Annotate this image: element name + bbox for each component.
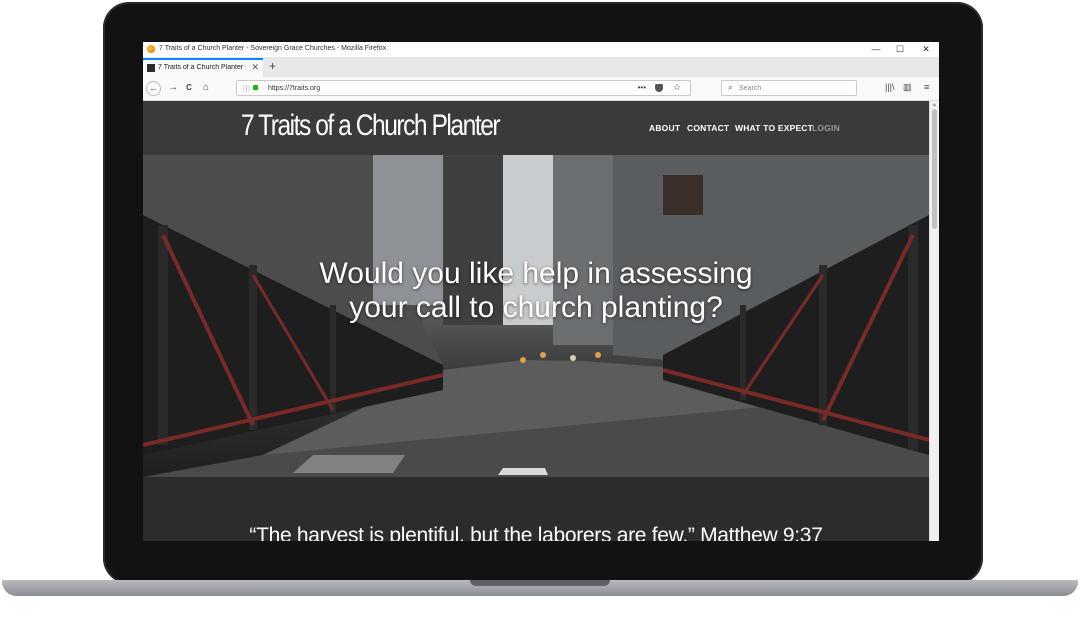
hero-banner: Would you like help in assessing your ca… [143,155,929,477]
firefox-icon [147,45,155,53]
close-window-button[interactable]: ✕ [915,43,937,55]
site-header: 7 Traits of a Church Planter ABOUT CONTA… [143,101,929,155]
minimize-button[interactable]: — [865,43,887,55]
laptop-notch [470,580,610,586]
back-button[interactable]: ← [146,81,161,96]
maximize-button[interactable]: ☐ [889,43,911,55]
site-favicon-icon [147,64,155,72]
page-actions-icon[interactable]: ••• [638,83,646,92]
web-page: 7 Traits of a Church Planter ABOUT CONTA… [143,101,929,541]
sidebar-icon[interactable]: ▥ [903,82,912,93]
tab-label: 7 Traits of a Church Planter - So [158,64,246,71]
reload-button[interactable]: C [181,81,197,97]
scripture-quote: “The harvest is plentiful, but the labor… [249,524,823,541]
window-title: 7 Traits of a Church Planter - Sovereign… [159,45,387,52]
new-tab-button[interactable]: + [269,59,276,73]
pocket-icon[interactable] [655,84,663,92]
tab-close-icon[interactable]: ✕ [251,62,259,73]
search-placeholder: Search [739,84,762,92]
nav-what-to-expect[interactable]: WHAT TO EXPECT [735,123,813,133]
tab-strip: 7 Traits of a Church Planter - So ✕ + [143,58,939,77]
url-text[interactable]: https://7traits.org [268,85,320,92]
hero-heading: Would you like help in assessing your ca… [319,257,753,324]
bookmark-star-icon[interactable]: ☆ [673,82,681,93]
address-bar[interactable]: ⓘ https://7traits.org ••• ☆ [236,80,691,96]
navigation-toolbar: ← → C ⌂ ⓘ https://7traits.org ••• ☆ ⌕ Se… [143,77,939,101]
lock-icon [253,85,258,90]
search-input[interactable]: ⌕ Search [721,80,857,96]
forward-button[interactable]: → [165,81,181,97]
scrollbar-thumb[interactable] [932,109,937,229]
hamburger-menu-icon[interactable]: ≡ [924,82,929,92]
info-icon[interactable]: ⓘ [243,84,250,94]
search-icon: ⌕ [728,83,733,92]
nav-about[interactable]: ABOUT [649,123,680,133]
laptop-frame: 7 Traits of a Church Planter - Sovereign… [0,0,1080,618]
page-scrollbar[interactable]: ▲ [929,101,939,541]
quote-section: “The harvest is plentiful, but the labor… [143,477,929,541]
site-logo[interactable]: 7 Traits of a Church Planter [241,109,501,143]
browser-window: 7 Traits of a Church Planter - Sovereign… [143,42,939,541]
home-button[interactable]: ⌂ [198,81,214,97]
tab-active[interactable]: 7 Traits of a Church Planter - So ✕ [143,58,263,77]
scroll-up-arrow-icon[interactable]: ▲ [932,102,937,108]
nav-contact[interactable]: CONTACT [687,123,729,133]
nav-login[interactable]: LOGIN [812,123,840,133]
library-icon[interactable]: |||\ [885,82,895,92]
window-titlebar: 7 Traits of a Church Planter - Sovereign… [143,42,939,58]
